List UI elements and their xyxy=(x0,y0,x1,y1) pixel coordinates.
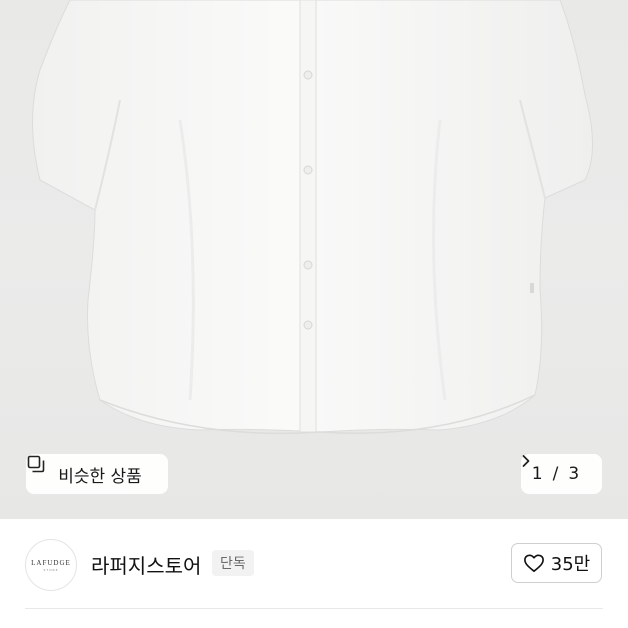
total-pages: 3 xyxy=(568,464,580,484)
product-image[interactable]: 비슷한 상품 1 / 3 xyxy=(0,0,628,519)
pager-separator: / xyxy=(552,464,559,484)
like-count: 35만 xyxy=(550,554,591,575)
store-name[interactable]: 라퍼지스토어 xyxy=(91,550,201,579)
store-logo-text: LAFUDGE xyxy=(31,558,71,567)
image-pager[interactable]: 1 / 3 xyxy=(521,454,602,494)
exclusive-badge: 단독 xyxy=(212,550,254,576)
store-info-row: LAFUDGE STORE 라퍼지스토어 단독 35만 xyxy=(0,519,628,609)
shirt-illustration xyxy=(32,0,593,435)
similar-items-label: 비슷한 상품 xyxy=(58,466,142,487)
current-page: 1 xyxy=(531,464,543,484)
section-divider xyxy=(25,608,603,609)
heart-outline-icon xyxy=(523,553,545,573)
like-button[interactable]: 35만 xyxy=(511,543,602,583)
store-avatar[interactable]: LAFUDGE STORE xyxy=(25,539,77,591)
store-logo-subtext: STORE xyxy=(43,567,59,572)
similar-items-button[interactable]: 비슷한 상품 xyxy=(26,454,168,494)
